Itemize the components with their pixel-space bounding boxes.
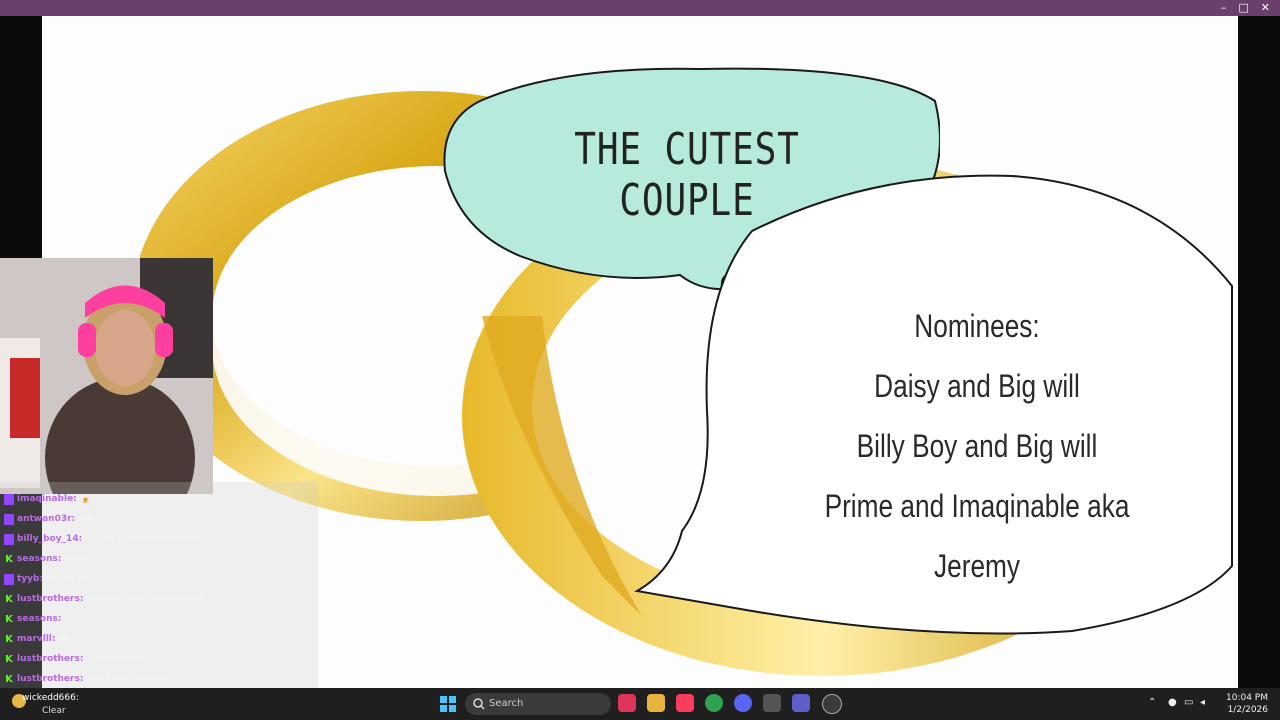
- windows-taskbar: wickedd666: Clear Search ⌃ ● ▭ ◂ 10:04 P…: [0, 688, 1280, 720]
- kick-badge-icon: K: [5, 673, 13, 685]
- chat-username: lustbrothers:: [17, 594, 84, 604]
- chat-username: lustbrothers:: [17, 674, 84, 684]
- kick-badge-icon: K: [5, 653, 13, 665]
- chat-message: K seasons: daisy: [4, 550, 89, 568]
- chat-username: billy_boy_14:: [17, 534, 83, 544]
- chat-badge: [4, 533, 14, 545]
- close-button[interactable]: ✕: [1261, 0, 1270, 16]
- kick-badge-icon: K: [5, 553, 13, 565]
- chat-text: 😂: [59, 634, 69, 644]
- chat-username: tyyb:: [17, 574, 44, 584]
- kick-badge-icon: K: [5, 593, 13, 605]
- chat-username: seasons:: [17, 554, 62, 564]
- clock-time: 10:04 PM: [1226, 693, 1268, 703]
- chat-text: daisy: [65, 554, 90, 564]
- minimize-button[interactable]: –: [1221, 0, 1227, 16]
- search-icon: [473, 698, 485, 710]
- tiktok-icon[interactable]: [618, 694, 636, 712]
- file-explorer-icon[interactable]: [647, 694, 665, 712]
- taskbar-clock[interactable]: 10:04 PM 1/2/2026: [1226, 692, 1268, 716]
- windows-start-icon[interactable]: [440, 696, 456, 712]
- nominee-item: Daisy and Big will: [874, 368, 1080, 404]
- chat-message: tyyb: prove will: [4, 570, 96, 588]
- nominees-heading: Nominees:: [914, 308, 1040, 344]
- kick-badge-icon: K: [5, 633, 13, 645]
- chat-username: marvlll:: [17, 634, 56, 644]
- obs-icon[interactable]: [822, 694, 842, 714]
- chrome-icon[interactable]: [705, 694, 723, 712]
- chat-message: billy_boy_14: wows silver not on that: [4, 530, 201, 548]
- nominees-list: Nominees: Daisy and Big will Billy Boy a…: [782, 296, 1172, 584]
- chat-message: imaqinable: 🍺: [4, 490, 91, 508]
- chat-badge: [4, 513, 14, 525]
- nominee-item: Prime and Imaqinable aka Jeremy: [824, 488, 1130, 584]
- maximize-button[interactable]: □: [1238, 0, 1248, 16]
- taskbar-search-box[interactable]: Search: [465, 693, 611, 715]
- store-icon[interactable]: [763, 694, 781, 712]
- chat-text: this just for twitch chat: [87, 594, 204, 604]
- chat-message: antwan03r: lol: [4, 510, 94, 528]
- weather-widget[interactable]: wickedd666: Clear: [8, 692, 79, 716]
- teams-icon[interactable]: [792, 694, 810, 712]
- display-icon[interactable]: ▭: [1184, 697, 1193, 708]
- chat-username: antwan03r:: [17, 514, 76, 524]
- chat-message: K seasons: oh: [4, 610, 78, 628]
- chat-badge: [4, 573, 14, 585]
- volume-icon[interactable]: ◂: [1200, 697, 1205, 708]
- last-chat-username: wickedd666:: [22, 693, 79, 703]
- nominee-item: Billy Boy and Big will: [856, 428, 1098, 464]
- window-controls: – □ ✕: [1221, 0, 1270, 16]
- weather-label: Clear: [42, 706, 66, 716]
- chat-username: lustbrothers:: [17, 654, 84, 664]
- window-title-bar: – □ ✕: [0, 0, 1280, 16]
- stream-chat-overlay: imaqinable: 🍺 antwan03r: lol billy_boy_1…: [0, 482, 318, 688]
- chat-text: wows silver not on that: [86, 534, 201, 544]
- streamer-video: [0, 258, 213, 494]
- chat-message: K marvlll: 😂: [4, 630, 69, 648]
- chat-message: K lustbrothers: can i join discord: [4, 670, 169, 688]
- chat-text: oh: [65, 614, 78, 624]
- discord-icon[interactable]: [734, 694, 752, 712]
- search-placeholder: Search: [489, 698, 524, 709]
- microphone-icon[interactable]: ●: [1168, 697, 1177, 708]
- chat-username: seasons:: [17, 614, 62, 624]
- chat-badge: [4, 493, 14, 505]
- clock-date: 1/2/2026: [1227, 705, 1268, 715]
- chat-text: prove will: [47, 574, 96, 584]
- chat-text: lol: [79, 514, 95, 524]
- chat-text: lustbrothers: [87, 654, 152, 664]
- chevron-up-icon[interactable]: ⌃: [1148, 697, 1156, 708]
- chat-message: K lustbrothers: this just for twitch cha…: [4, 590, 203, 608]
- chat-text: 🍺: [80, 494, 91, 504]
- letterbox-right: [1238, 16, 1280, 688]
- chat-message: K lustbrothers: lustbrothers: [4, 650, 151, 668]
- chat-username: imaqinable:: [17, 494, 77, 504]
- webcam-feed: [0, 258, 213, 494]
- chat-text: can i join discord: [87, 674, 169, 684]
- apple-music-icon[interactable]: [676, 694, 694, 712]
- kick-badge-icon: K: [5, 613, 13, 625]
